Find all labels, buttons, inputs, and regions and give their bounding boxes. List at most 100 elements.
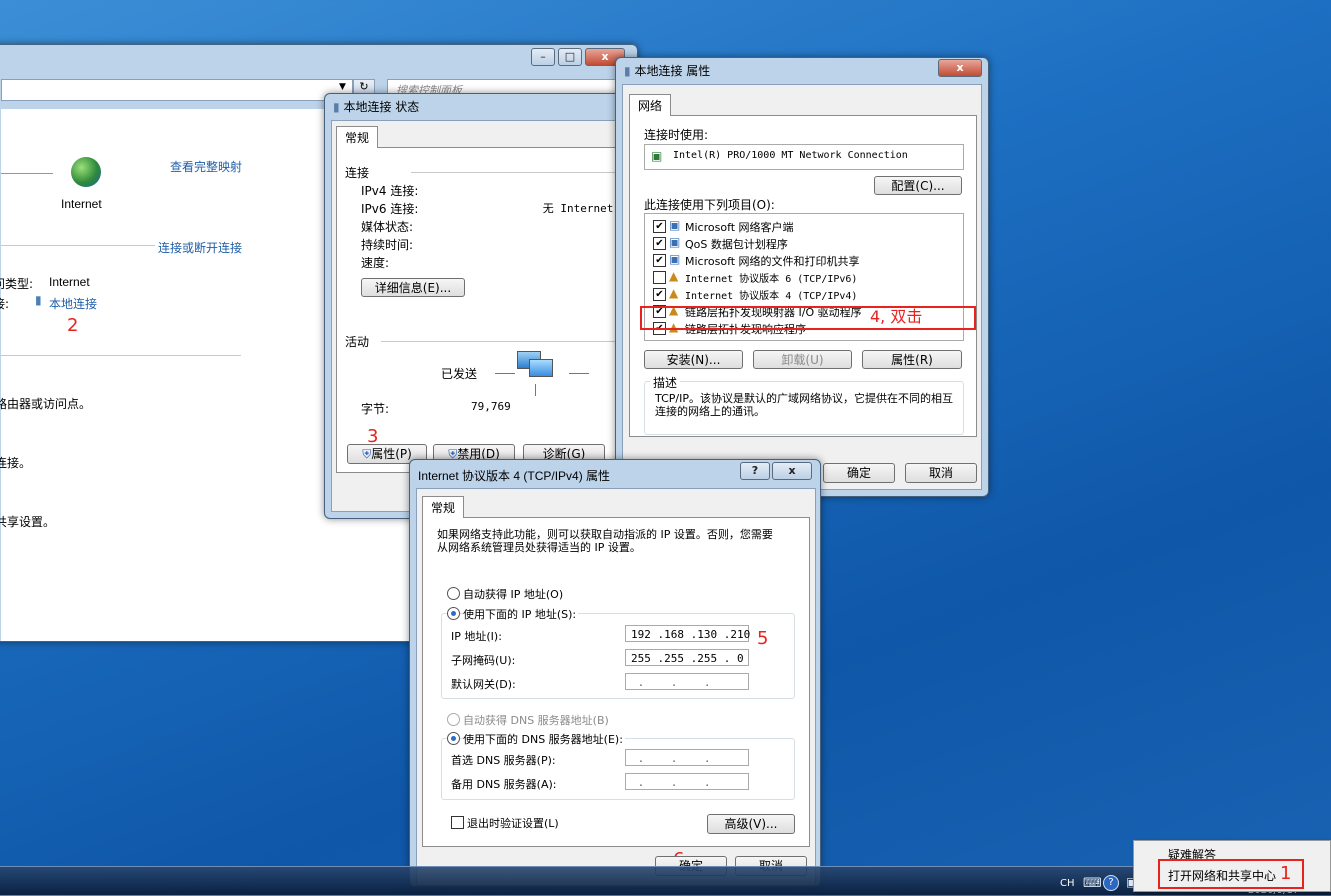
list-item-qos[interactable]: ✔ ▣ QoS 数据包计划程序: [653, 235, 953, 251]
item-checkbox[interactable]: ✔: [653, 237, 666, 250]
alternate-dns-input[interactable]: . . .: [625, 773, 749, 790]
activity-line-right: [569, 373, 589, 374]
bytes-sent-value: 79,769: [471, 400, 511, 413]
connection-group-line: [411, 172, 631, 173]
row-ipv6: IPv6 连接: 无 Internet 访: [361, 200, 631, 218]
internet-label: Internet: [61, 197, 102, 211]
close-button[interactable]: x: [772, 462, 812, 480]
list-item-ipv6[interactable]: ▲ Internet 协议版本 6 (TCP/IPv6): [653, 269, 953, 285]
sent-label: 已发送: [441, 367, 478, 381]
uninstall-button[interactable]: 卸载(U): [753, 350, 852, 369]
validate-checkbox[interactable]: [451, 816, 464, 829]
tab-network[interactable]: 网络: [629, 94, 672, 116]
ip-address-label: IP 地址(I):: [451, 630, 502, 643]
status-dialog: ▮ 本地连接 状态 常规 连接 IPv4 连接:I IPv6 连接:无 Inte…: [324, 93, 638, 519]
row-speed: 速度:1: [361, 254, 631, 272]
configure-button[interactable]: 配置(C)...: [874, 176, 962, 195]
alternate-dns-label: 备用 DNS 服务器(A):: [451, 778, 557, 791]
language-indicator[interactable]: CH: [1060, 878, 1075, 889]
help-icon[interactable]: ?: [1103, 875, 1119, 891]
auto-dns-radio[interactable]: [447, 713, 460, 726]
connect-disconnect-link[interactable]: 连接或断开连接: [158, 239, 242, 256]
activity-line-vertical: [535, 384, 536, 396]
status-general-page: 连接 IPv4 连接:I IPv6 连接:无 Internet 访 媒体状态: …: [336, 147, 638, 473]
ipv6-label: IPv6 连接:: [361, 202, 419, 216]
properties-ok-button[interactable]: 确定: [823, 463, 895, 483]
share-text: 共享设置。: [0, 515, 56, 529]
ipv4-general-page: 如果网络支持此功能，则可以获取自动指派的 IP 设置。否则，您需要从网络系统管理…: [422, 517, 810, 847]
auto-dns-label[interactable]: 自动获得 DNS 服务器地址(B): [463, 712, 609, 728]
connection-group-title: 连接: [345, 166, 370, 180]
details-button[interactable]: 详细信息(E)...: [361, 278, 465, 297]
minimize-button[interactable]: –: [531, 48, 555, 66]
network-computers-icon: [517, 351, 553, 379]
item-label: Microsoft 网络客户端: [685, 221, 794, 234]
connect-using-label: 连接时使用:: [644, 128, 709, 142]
subnet-mask-input[interactable]: 255 .255 .255 . 0: [625, 649, 749, 666]
tab-general[interactable]: 常规: [422, 496, 465, 518]
item-label: Internet 协议版本 4 (TCP/IPv4): [685, 291, 858, 302]
row-ipv4: IPv4 连接:I: [361, 182, 631, 200]
item-checkbox[interactable]: ✔: [653, 220, 666, 233]
item-label: QoS 数据包计划程序: [685, 238, 788, 251]
item-checkbox[interactable]: ✔: [653, 254, 666, 267]
list-item-ipv4[interactable]: ✔ ▲ Internet 协议版本 4 (TCP/IPv4): [653, 286, 953, 302]
validate-label[interactable]: 退出时验证设置(L): [467, 815, 559, 831]
list-item-file-share[interactable]: ✔ ▣ Microsoft 网络的文件和打印机共享: [653, 252, 953, 268]
properties-dialog: ▮ 本地连接 属性 x 网络 连接时使用: ▣ Intel(R) PRO/100…: [615, 57, 989, 497]
item-label: Microsoft 网络的文件和打印机共享: [685, 255, 860, 268]
connection-title-icon: ▮: [624, 64, 631, 78]
manual-ip-label[interactable]: 使用下面的 IP 地址(S):: [463, 606, 579, 622]
intro-text: 如果网络支持此功能，则可以获取自动指派的 IP 设置。否则，您需要从网络系统管理…: [437, 528, 773, 554]
step-1-highlight: [1158, 859, 1304, 889]
manual-dns-label[interactable]: 使用下面的 DNS 服务器地址(E):: [463, 731, 625, 747]
taskbar: CH ⌨ ? ▣ 2020/9/17: [0, 866, 1331, 896]
item-checkbox[interactable]: ✔: [653, 288, 666, 301]
section-divider-2: [1, 355, 241, 356]
address-dropdown-icon[interactable]: ▼: [339, 82, 346, 92]
ip-address-input[interactable]: 192 .168 .130 .210: [625, 625, 750, 642]
local-connection-link[interactable]: 本地连接: [49, 295, 97, 312]
tab-general[interactable]: 常规: [336, 126, 379, 148]
close-button[interactable]: x: [938, 59, 982, 77]
item-label: Internet 协议版本 6 (TCP/IPv6): [685, 274, 858, 285]
view-full-map-link[interactable]: 查看完整映射: [170, 158, 242, 175]
preferred-dns-input[interactable]: . . .: [625, 749, 749, 766]
properties-dialog-client: 网络 连接时使用: ▣ Intel(R) PRO/1000 MT Network…: [622, 84, 982, 490]
maximize-button[interactable]: □: [558, 48, 582, 66]
item-checkbox[interactable]: [653, 271, 666, 284]
help-button[interactable]: ?: [740, 462, 770, 480]
access-type-value: Internet: [49, 275, 90, 289]
ipv4-label: IPv4 连接:: [361, 184, 419, 198]
item-properties-button[interactable]: 属性(R): [862, 350, 962, 369]
protocol-icon: ▲: [669, 269, 679, 283]
gateway-input[interactable]: . . .: [625, 673, 749, 690]
status-rows: IPv4 连接:I IPv6 连接:无 Internet 访 媒体状态: 持续时…: [361, 182, 631, 272]
step-4-highlight: [640, 306, 976, 330]
network-client-icon: ▣: [669, 218, 681, 232]
adapter-field: ▣ Intel(R) PRO/1000 MT Network Connectio…: [644, 144, 964, 170]
bytes-label: 字节:: [361, 402, 390, 416]
manual-dns-radio[interactable]: [447, 732, 460, 745]
auto-ip-label[interactable]: 自动获得 IP 地址(O): [463, 586, 563, 602]
activity-group-line: [381, 341, 631, 342]
properties-dialog-title-text: 本地连接 属性: [634, 64, 711, 78]
ipv4-dialog: Internet 协议版本 4 (TCP/IPv4) 属性 ? x 常规 如果网…: [409, 459, 821, 887]
install-button[interactable]: 安装(N)...: [644, 350, 743, 369]
network-page: 连接时使用: ▣ Intel(R) PRO/1000 MT Network Co…: [629, 115, 977, 437]
row-media: 媒体状态:: [361, 218, 631, 236]
description-title: 描述: [650, 374, 681, 391]
keyboard-icon[interactable]: ⌨: [1083, 876, 1102, 891]
description-text: TCP/IP。该协议是默认的广域网络协议，它提供在不同的相互连接的网络上的通讯。: [655, 392, 953, 418]
auto-ip-radio[interactable]: [447, 587, 460, 600]
manual-ip-radio[interactable]: [447, 607, 460, 620]
preferred-dns-label: 首选 DNS 服务器(P):: [451, 754, 556, 767]
properties-cancel-button[interactable]: 取消: [905, 463, 977, 483]
address-bar[interactable]: [1, 79, 353, 101]
advanced-button[interactable]: 高级(V)...: [707, 814, 795, 834]
items-label: 此连接使用下列项目(O):: [644, 198, 775, 212]
list-item-client[interactable]: ✔ ▣ Microsoft 网络客户端: [653, 218, 953, 234]
file-share-icon: ▣: [669, 252, 681, 266]
access-type-label: 问类型:: [0, 277, 34, 291]
step-2-annotation: 2: [67, 315, 79, 336]
